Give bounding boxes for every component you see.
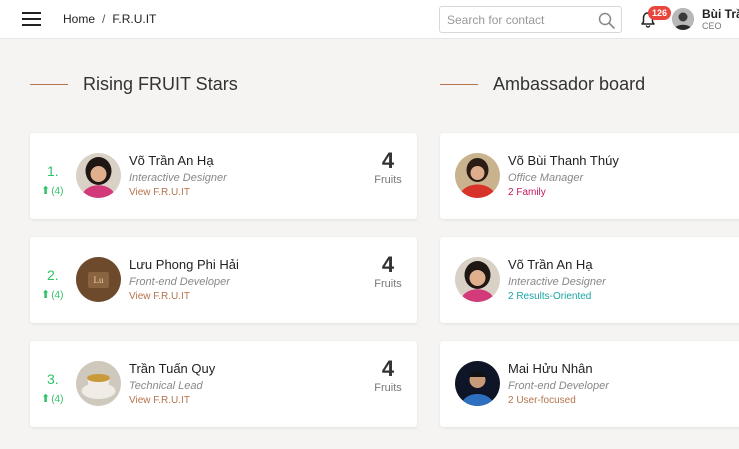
svg-text:Lu: Lu: [94, 275, 104, 285]
rank-change-value: (4): [51, 290, 64, 301]
fruit-count: 4: [381, 148, 395, 173]
breadcrumb-current: F.R.U.IT: [112, 12, 157, 26]
breadcrumb-home[interactable]: Home: [63, 12, 95, 26]
search-box: [439, 6, 622, 33]
arrow-up-icon: ⬆: [41, 289, 51, 301]
rising-card: 2. ⬆(4) Lu Lưu Phong Phi Hải Front-end D…: [30, 237, 417, 323]
notification-badge: 126: [648, 6, 672, 20]
person-name[interactable]: Lưu Phong Phi Hải: [129, 257, 239, 272]
avatar[interactable]: [455, 153, 500, 198]
person-role: Interactive Designer: [508, 276, 606, 288]
ambassador-card: Võ Trần An Hạ Interactive Designer 2 Res…: [440, 237, 739, 323]
value-tag[interactable]: 2 User-focused: [508, 395, 576, 406]
view-fruit-link[interactable]: View F.R.U.IT: [129, 291, 190, 302]
person-role: Technical Lead: [129, 380, 203, 392]
avatar[interactable]: [76, 153, 121, 198]
view-fruit-link[interactable]: View F.R.U.IT: [129, 187, 190, 198]
value-tag[interactable]: 2 Results-Oriented: [508, 291, 591, 302]
rising-card: 1. ⬆(4) Võ Trần An Hạ Interactive Design…: [30, 133, 417, 219]
ambassador-card: Võ Bùi Thanh Thúy Office Manager 2 Famil…: [440, 133, 739, 219]
avatar[interactable]: [455, 257, 500, 302]
rank-number: 3.: [47, 371, 59, 387]
view-fruit-link[interactable]: View F.R.U.IT: [129, 395, 190, 406]
person-role: Front-end Developer: [508, 380, 609, 392]
person-name[interactable]: Mai Hửu Nhân: [508, 361, 593, 376]
fruit-label: Fruits: [374, 174, 402, 186]
person-name[interactable]: Võ Bùi Thanh Thúy: [508, 153, 619, 168]
rank-change-value: (4): [51, 186, 64, 197]
fruit-label: Fruits: [374, 382, 402, 394]
fruit-count: 4: [381, 252, 395, 277]
rank-change: ⬆(4): [41, 288, 63, 301]
person-role: Front-end Developer: [129, 276, 230, 288]
avatar[interactable]: [76, 361, 121, 406]
avatar[interactable]: Lu: [76, 257, 121, 302]
fruit-count: 4: [381, 356, 395, 381]
ambassador-section-rule: [440, 84, 478, 85]
search-icon[interactable]: [598, 12, 615, 29]
person-name[interactable]: Võ Trần An Hạ: [129, 153, 214, 168]
person-name[interactable]: Võ Trần An Hạ: [508, 257, 593, 272]
ambassador-card: Mai Hửu Nhân Front-end Developer 2 User-…: [440, 341, 739, 427]
rising-section-rule: [30, 84, 68, 85]
rank-number: 2.: [47, 267, 59, 283]
person-role: Interactive Designer: [129, 172, 227, 184]
user-name[interactable]: Bùi Trầ: [702, 7, 739, 21]
person-name[interactable]: Trần Tuấn Quy: [129, 361, 215, 376]
menu-icon[interactable]: [22, 12, 41, 26]
rising-card: 3. ⬆(4) Trần Tuấn Quy Technical Lead Vie…: [30, 341, 417, 427]
avatar[interactable]: [455, 361, 500, 406]
search-input[interactable]: [447, 12, 595, 28]
breadcrumb-separator: /: [102, 12, 106, 26]
ambassador-section-title: Ambassador board: [493, 74, 646, 94]
rank-change-value: (4): [51, 394, 64, 405]
rank-change: ⬆(4): [41, 392, 63, 405]
rising-section-title: Rising FRUIT Stars: [83, 74, 238, 94]
rank-number: 1.: [47, 163, 59, 179]
top-bar: Home / F.R.U.IT 126 Bùi Trầ CEO: [0, 0, 739, 39]
value-tag[interactable]: 2 Family: [508, 187, 546, 198]
person-role: Office Manager: [508, 172, 584, 184]
user-role: CEO: [702, 21, 722, 31]
arrow-up-icon: ⬆: [41, 185, 51, 197]
fruit-label: Fruits: [374, 278, 402, 290]
breadcrumb: Home / F.R.U.IT: [63, 12, 156, 26]
rank-change: ⬆(4): [41, 184, 63, 197]
user-avatar[interactable]: [672, 8, 694, 30]
arrow-up-icon: ⬆: [41, 393, 51, 405]
